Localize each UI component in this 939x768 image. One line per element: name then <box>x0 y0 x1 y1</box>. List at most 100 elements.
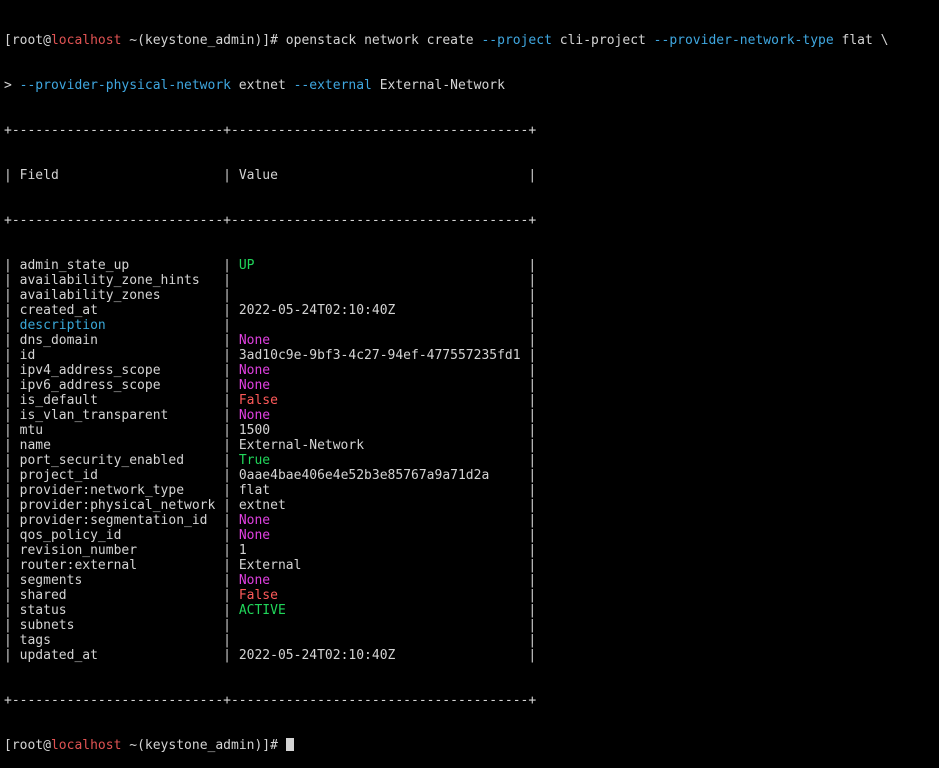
row-field: provider:segmentation_id <box>19 513 208 528</box>
command-line-2: > --provider-physical-network extnet --e… <box>4 78 935 93</box>
row-field: segments <box>19 573 83 588</box>
row-value: None <box>238 408 271 423</box>
row-value: None <box>238 573 271 588</box>
table-row: | project_id | 0aae4bae406e4e52b3e85767a… <box>4 468 537 483</box>
row-value: None <box>238 363 271 378</box>
command-option: --provider-physical-network <box>19 78 231 93</box>
table-row: | name | External-Network | <box>4 438 537 453</box>
row-field: ipv6_address_scope <box>19 378 161 393</box>
row-field: ipv4_address_scope <box>19 363 161 378</box>
command-line-1: [root@localhost ~(keystone_admin)]# open… <box>4 33 935 48</box>
row-value: 2022-05-24T02:10:40Z <box>238 648 396 663</box>
command-option: --external <box>293 78 372 93</box>
table-row: | description | | <box>4 318 537 333</box>
row-field: updated_at <box>19 648 98 663</box>
command-option: --provider-network-type <box>653 33 834 48</box>
command-text: External-Network <box>371 78 505 93</box>
row-field: port_security_enabled <box>19 453 185 468</box>
table-row: | tags | | <box>4 633 537 648</box>
row-value: False <box>238 588 278 603</box>
row-value: External <box>238 558 302 573</box>
table-row: | mtu | 1500 | <box>4 423 537 438</box>
table-row: | dns_domain | None | <box>4 333 537 348</box>
header-field: Field <box>19 168 59 183</box>
command-text: extnet <box>230 78 294 93</box>
table-body: | admin_state_up | UP | | availability_zo… <box>4 258 935 663</box>
table-row: | ipv4_address_scope | None | <box>4 363 537 378</box>
row-value: External-Network <box>238 438 365 453</box>
row-value: ACTIVE <box>238 603 286 618</box>
table-row: | ipv6_address_scope | None | <box>4 378 537 393</box>
prompt-user: root@ <box>11 738 51 753</box>
row-field: is_default <box>19 393 98 408</box>
row-field: admin_state_up <box>19 258 130 273</box>
row-field: description <box>19 318 106 333</box>
row-value: True <box>238 453 271 468</box>
prompt-line[interactable]: [root@localhost ~(keystone_admin)]# <box>4 738 935 753</box>
table-row: | availability_zones | | <box>4 288 537 303</box>
row-value: 3ad10c9e-9bf3-4c27-94ef-477557235fd1 <box>238 348 521 363</box>
row-field: created_at <box>19 303 98 318</box>
table-row: | updated_at | 2022-05-24T02:10:40Z | <box>4 648 537 663</box>
table-row: | router:external | External | <box>4 558 537 573</box>
table-row: | provider:physical_network | extnet | <box>4 498 537 513</box>
table-border-mid: +---------------------------+-----------… <box>4 213 537 228</box>
command-text: openstack network create --project cli-p… <box>286 33 889 48</box>
row-field: tags <box>19 633 51 648</box>
table-row: | subnets | | <box>4 618 537 633</box>
prompt-host: localhost <box>50 33 122 48</box>
command-text: flat \ <box>833 33 889 48</box>
row-value: None <box>238 333 271 348</box>
row-field: router:external <box>19 558 138 573</box>
row-field: id <box>19 348 36 363</box>
row-value: 2022-05-24T02:10:40Z <box>238 303 396 318</box>
row-value: flat <box>238 483 271 498</box>
table-row: | is_vlan_transparent | None | <box>4 408 537 423</box>
table-row: | created_at | 2022-05-24T02:10:40Z | <box>4 303 537 318</box>
row-value: 1500 <box>238 423 271 438</box>
table-row: | availability_zone_hints | | <box>4 273 537 288</box>
row-field: project_id <box>19 468 98 483</box>
row-field: qos_policy_id <box>19 528 122 543</box>
table-row: | provider:network_type | flat | <box>4 483 537 498</box>
row-value: UP <box>238 258 255 273</box>
table-row: | admin_state_up | UP | <box>4 258 537 273</box>
header-value: Value <box>238 168 278 183</box>
table-border-bottom: +---------------------------+-----------… <box>4 693 537 708</box>
row-field: mtu <box>19 423 44 438</box>
table-row: | port_security_enabled | True | <box>4 453 537 468</box>
table-row: | qos_policy_id | None | <box>4 528 537 543</box>
row-field: provider:network_type <box>19 483 185 498</box>
text-cursor <box>285 738 294 751</box>
command-text: cli-project <box>551 33 654 48</box>
row-field: shared <box>19 588 67 603</box>
table-row: | shared | False | <box>4 588 537 603</box>
table-row: | status | ACTIVE | <box>4 603 537 618</box>
row-field: provider:physical_network <box>19 498 216 513</box>
row-value: 0aae4bae406e4e52b3e85767a9a71d2a <box>238 468 490 483</box>
command-text: > <box>4 78 20 93</box>
table-row: | segments | None | <box>4 573 537 588</box>
row-field: dns_domain <box>19 333 98 348</box>
table-border-top: +---------------------------+-----------… <box>4 123 537 138</box>
table-row: | revision_number | 1 | <box>4 543 537 558</box>
prompt-path: ~(keystone_admin)]# <box>121 738 286 753</box>
table-row: | provider:segmentation_id | None | <box>4 513 537 528</box>
row-value: False <box>238 393 278 408</box>
command-option: --project <box>481 33 552 48</box>
row-field: status <box>19 603 67 618</box>
prompt-bracket: [ <box>4 738 12 753</box>
row-field: availability_zones <box>19 288 161 303</box>
row-field: availability_zone_hints <box>19 273 200 288</box>
row-field: revision_number <box>19 543 138 558</box>
prompt-bracket: [ <box>4 33 12 48</box>
table-header: | Field | Value | <box>4 168 537 183</box>
terminal-window[interactable]: [root@localhost ~(keystone_admin)]# open… <box>4 3 935 768</box>
row-value: extnet <box>238 498 286 513</box>
prompt-host: localhost <box>50 738 122 753</box>
row-field: name <box>19 438 51 453</box>
row-value: None <box>238 513 271 528</box>
table-row: | id | 3ad10c9e-9bf3-4c27-94ef-477557235… <box>4 348 537 363</box>
row-value: None <box>238 378 271 393</box>
row-value: None <box>238 528 271 543</box>
